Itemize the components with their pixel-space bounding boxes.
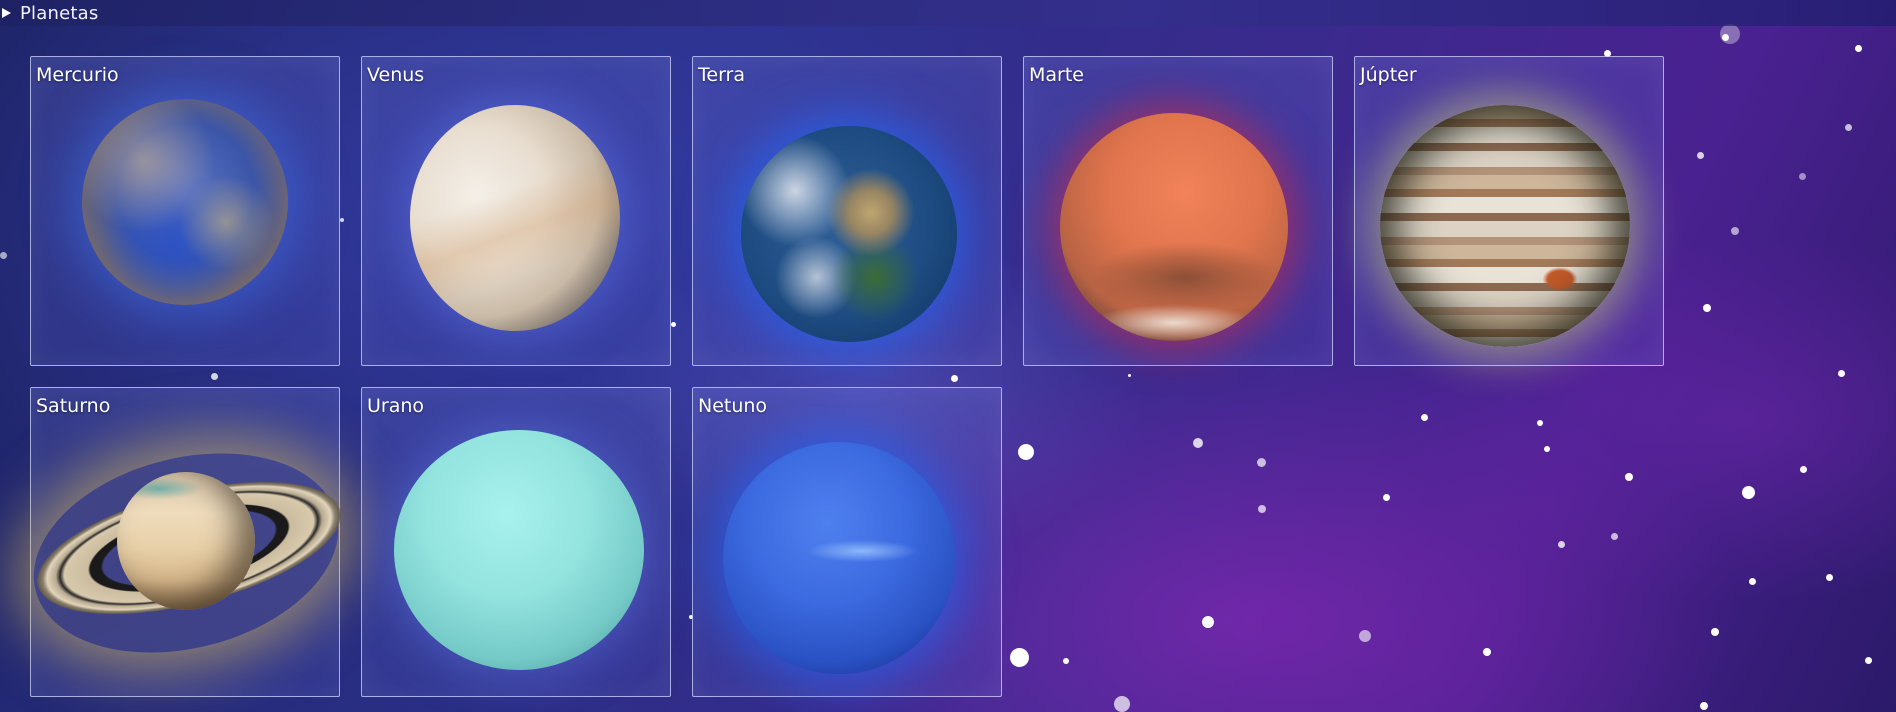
star (1749, 578, 1756, 585)
star (1703, 304, 1711, 312)
star (1711, 628, 1719, 636)
star (1855, 45, 1862, 52)
star (1700, 702, 1708, 710)
jupiter-planet-image (1380, 105, 1630, 347)
star (1799, 173, 1806, 180)
planet-label: Netuno (698, 395, 768, 417)
star (1720, 24, 1740, 44)
triangle-right-icon[interactable] (2, 8, 11, 18)
planet-label: Marte (1029, 64, 1084, 86)
mars-planet-image (1060, 113, 1288, 341)
planet-label: Venus (367, 64, 425, 86)
planet-card-netuno[interactable]: Netuno (692, 387, 1002, 697)
planet-card-marte[interactable]: Marte (1023, 56, 1333, 366)
star (1826, 574, 1833, 581)
star (1845, 124, 1852, 131)
planet-card-venus[interactable]: Venus (361, 56, 671, 366)
uranus-planet-image (394, 430, 644, 670)
planet-card-terra[interactable]: Terra (692, 56, 1002, 366)
star (1697, 152, 1704, 159)
star (1742, 486, 1755, 499)
planet-card-saturno[interactable]: Saturno (12, 387, 360, 697)
planet-label: Urano (367, 395, 425, 417)
planet-card-urano[interactable]: Urano (361, 387, 671, 697)
mercury-planet-image (82, 99, 288, 305)
star (1865, 657, 1872, 664)
planet-card-mercurio[interactable]: Mercurio (30, 56, 340, 366)
venus-planet-image (410, 105, 620, 331)
planetas-section-header[interactable]: Planetas (0, 0, 1896, 26)
planet-label: Terra (698, 64, 745, 86)
saturn-planet-image (117, 472, 255, 610)
planet-label: Saturno (36, 395, 111, 417)
star (0, 252, 7, 259)
star (1800, 466, 1807, 473)
star (1731, 227, 1739, 235)
planet-card-jupter[interactable]: Júpter (1354, 56, 1664, 366)
section-title: Planetas (20, 2, 99, 24)
planet-grid: Mercurio Venus Terra Marte Júpter Saturn… (12, 56, 1664, 697)
earth-planet-image (741, 126, 957, 342)
star (1114, 696, 1130, 712)
star (1722, 34, 1729, 41)
neptune-planet-image (723, 442, 955, 674)
star (1838, 370, 1845, 377)
planet-label: Mercurio (36, 64, 119, 86)
planet-label: Júpter (1360, 64, 1417, 86)
